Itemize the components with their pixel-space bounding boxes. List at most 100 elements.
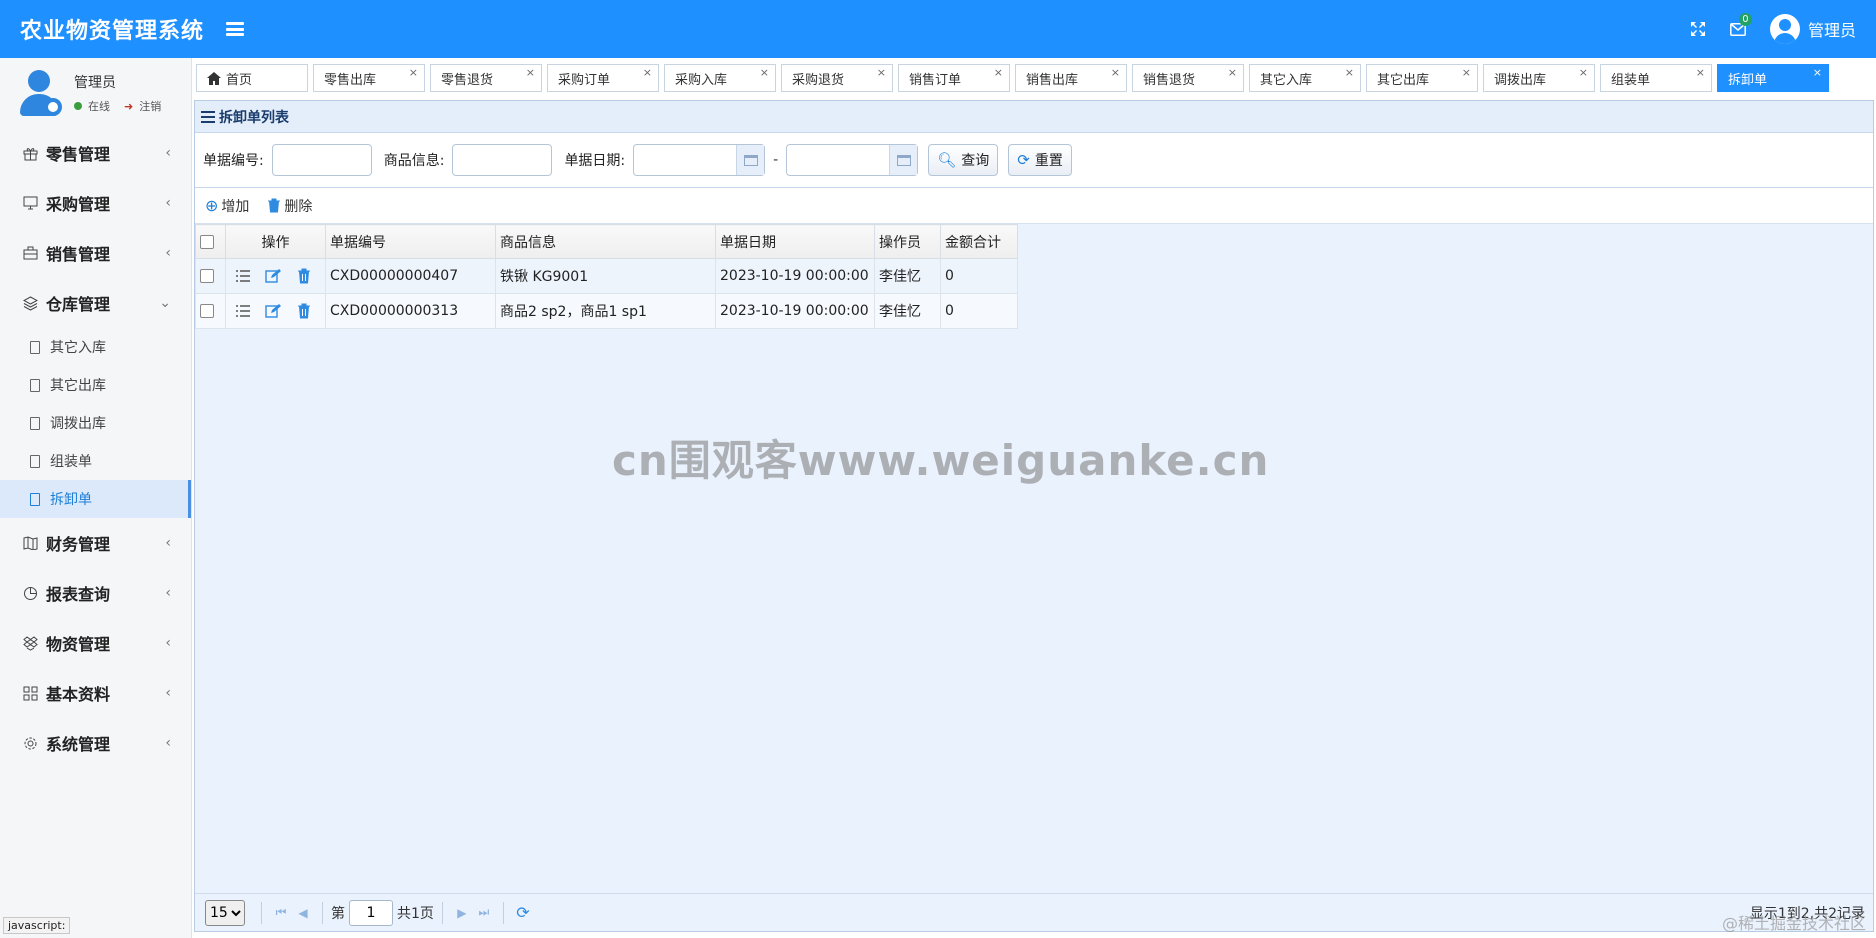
logout-icon[interactable]: ➜ — [124, 100, 133, 113]
site-watermark: cn围观客www.weiguanke.cn — [612, 436, 1270, 485]
tab-other-outbound[interactable]: 其它出库 × — [1366, 64, 1478, 92]
tab-home[interactable]: 首页 — [196, 64, 308, 92]
monitor-icon — [22, 195, 38, 211]
tab-close-icon[interactable]: × — [526, 67, 535, 79]
sidebar-subitem-transfer-outbound[interactable]: 调拨出库 — [0, 404, 191, 442]
tab-disassembly[interactable]: 拆卸单 × — [1717, 64, 1829, 92]
file-icon — [30, 416, 40, 430]
edit-icon[interactable] — [265, 303, 282, 319]
detail-list-icon[interactable] — [235, 268, 251, 284]
goods-label: 商品信息: — [383, 153, 445, 169]
tab-close-icon[interactable]: × — [409, 67, 418, 79]
tab-assembly[interactable]: 组装单 × — [1600, 64, 1712, 92]
row-checkbox[interactable] — [200, 269, 214, 283]
col-header-amount[interactable]: 金额合计 — [940, 224, 1018, 259]
status-bar-tooltip: javascript: — [3, 917, 71, 934]
page-number-input[interactable] — [349, 899, 393, 926]
sidebar-item-label: 基本资料 — [46, 685, 111, 704]
col-header-date[interactable]: 单据日期 — [715, 224, 875, 259]
table-row[interactable]: CXD00000000313 商品2 sp2，商品1 sp1 2023-10-1… — [195, 293, 1018, 329]
goods-input[interactable] — [452, 144, 553, 176]
detail-list-icon[interactable] — [235, 303, 251, 319]
sidebar-item-system[interactable]: 系统管理 ‹ — [0, 718, 191, 768]
prev-page-icon[interactable]: ◀ — [292, 902, 314, 924]
tab-purchase-return[interactable]: 采购退货 × — [781, 64, 893, 92]
first-page-icon[interactable]: ⏮ — [270, 902, 292, 924]
tab-purchase-order[interactable]: 采购订单 × — [547, 64, 659, 92]
sidebar-item-purchase[interactable]: 采购管理 ‹ — [0, 178, 191, 228]
tab-close-icon[interactable]: × — [1345, 67, 1354, 79]
tab-sales-order[interactable]: 销售订单 × — [898, 64, 1010, 92]
sidebar-item-materials[interactable]: 物资管理 ‹ — [0, 618, 191, 668]
sidebar-subitem-other-outbound[interactable]: 其它出库 — [0, 366, 191, 404]
tab-close-icon[interactable]: × — [1228, 67, 1237, 79]
col-header-code[interactable]: 单据编号 — [325, 224, 496, 259]
select-all-checkbox[interactable] — [200, 234, 214, 249]
tab-label: 调拨出库 — [1494, 72, 1547, 88]
logout-link[interactable]: 注销 — [139, 98, 161, 114]
pager-divider — [322, 901, 323, 924]
tab-close-icon[interactable]: × — [994, 67, 1003, 79]
trash-icon[interactable] — [296, 268, 312, 284]
table-header-row: 操作 单据编号 商品信息 单据日期 操作员 金额合计 — [195, 224, 1018, 259]
tab-transfer-outbound[interactable]: 调拨出库 × — [1483, 64, 1595, 92]
tab-close-icon[interactable]: × — [1462, 67, 1471, 79]
mail-badge: 0 — [1738, 13, 1752, 26]
tab-label: 采购入库 — [675, 72, 728, 88]
tab-sales-return[interactable]: 销售退货 × — [1132, 64, 1244, 92]
edit-icon[interactable] — [265, 268, 282, 284]
calendar-icon[interactable] — [889, 145, 918, 175]
sidebar-item-sales[interactable]: 销售管理 ‹ — [0, 228, 191, 278]
refresh-icon[interactable]: ⟳ — [512, 902, 534, 924]
header-user-menu[interactable]: 管理员 — [1769, 14, 1856, 44]
tab-retail-outbound[interactable]: 零售出库 × — [313, 64, 425, 92]
reset-button[interactable]: ⟳ 重置 — [1008, 144, 1072, 176]
calendar-icon[interactable] — [736, 145, 765, 175]
tab-close-icon[interactable]: × — [1813, 67, 1822, 79]
row-checkbox[interactable] — [200, 304, 214, 318]
tab-retail-return[interactable]: 零售退货 × — [430, 64, 542, 92]
tab-close-icon[interactable]: × — [1111, 67, 1120, 79]
fullscreen-icon[interactable] — [1678, 9, 1718, 49]
last-page-icon[interactable]: ⏭ — [473, 902, 495, 924]
tab-close-icon[interactable]: × — [643, 67, 652, 79]
sidebar-subitem-assembly[interactable]: 组装单 — [0, 442, 191, 480]
sidebar-item-reports[interactable]: 报表查询 ‹ — [0, 568, 191, 618]
query-button[interactable]: 🔍︎ 查询 — [928, 144, 999, 176]
sidebar-item-retail[interactable]: 零售管理 ‹ — [0, 128, 191, 178]
tab-close-icon[interactable]: × — [877, 67, 886, 79]
sidebar-subitem-other-inbound[interactable]: 其它入库 — [0, 328, 191, 366]
disassembly-table: 操作 单据编号 商品信息 单据日期 操作员 金额合计 CXD0000000040… — [195, 224, 1018, 329]
tab-purchase-inbound[interactable]: 采购入库 × — [664, 64, 776, 92]
delete-button[interactable]: 删除 — [267, 196, 312, 216]
sidebar-item-finance[interactable]: 财务管理 ‹ — [0, 518, 191, 568]
col-header-operator[interactable]: 操作员 — [874, 224, 941, 259]
add-button[interactable]: ⊕ 增加 — [205, 196, 249, 216]
chevron-left-icon: ‹ — [165, 145, 171, 161]
chevron-left-icon: ‹ — [165, 735, 171, 751]
code-input[interactable] — [271, 144, 372, 176]
page-size-select[interactable]: 15 — [205, 899, 245, 926]
sidebar-item-label: 销售管理 — [46, 245, 111, 264]
tab-close-icon[interactable]: × — [1696, 67, 1705, 79]
tab-other-inbound[interactable]: 其它入库 × — [1249, 64, 1361, 92]
avatar — [1769, 14, 1800, 44]
sidebar-subitem-disassembly[interactable]: 拆卸单 — [0, 480, 191, 518]
start-date-field[interactable] — [633, 144, 766, 176]
next-page-icon[interactable]: ▶ — [451, 902, 473, 924]
table-row[interactable]: CXD00000000407 铁锹 KG9001 2023-10-19 00:0… — [195, 258, 1018, 294]
mail-icon[interactable]: 0 — [1718, 9, 1758, 49]
col-header-actions: 操作 — [225, 224, 326, 259]
sidebar-item-warehouse[interactable]: 仓库管理 ⌄ — [0, 278, 191, 328]
sidebar-item-basic-data[interactable]: 基本资料 ‹ — [0, 668, 191, 718]
online-status: 在线 — [88, 100, 110, 113]
tab-close-icon[interactable]: × — [1579, 67, 1588, 79]
end-date-field[interactable] — [786, 144, 919, 176]
col-header-goods[interactable]: 商品信息 — [495, 224, 716, 259]
menu-toggle-icon[interactable] — [226, 22, 245, 36]
trash-icon[interactable] — [296, 303, 312, 319]
tab-close-icon[interactable]: × — [760, 67, 769, 79]
header-right: 0 管理员 — [1678, 9, 1856, 49]
code-label: 单据编号: — [203, 153, 264, 169]
tab-sales-outbound[interactable]: 销售出库 × — [1015, 64, 1127, 92]
